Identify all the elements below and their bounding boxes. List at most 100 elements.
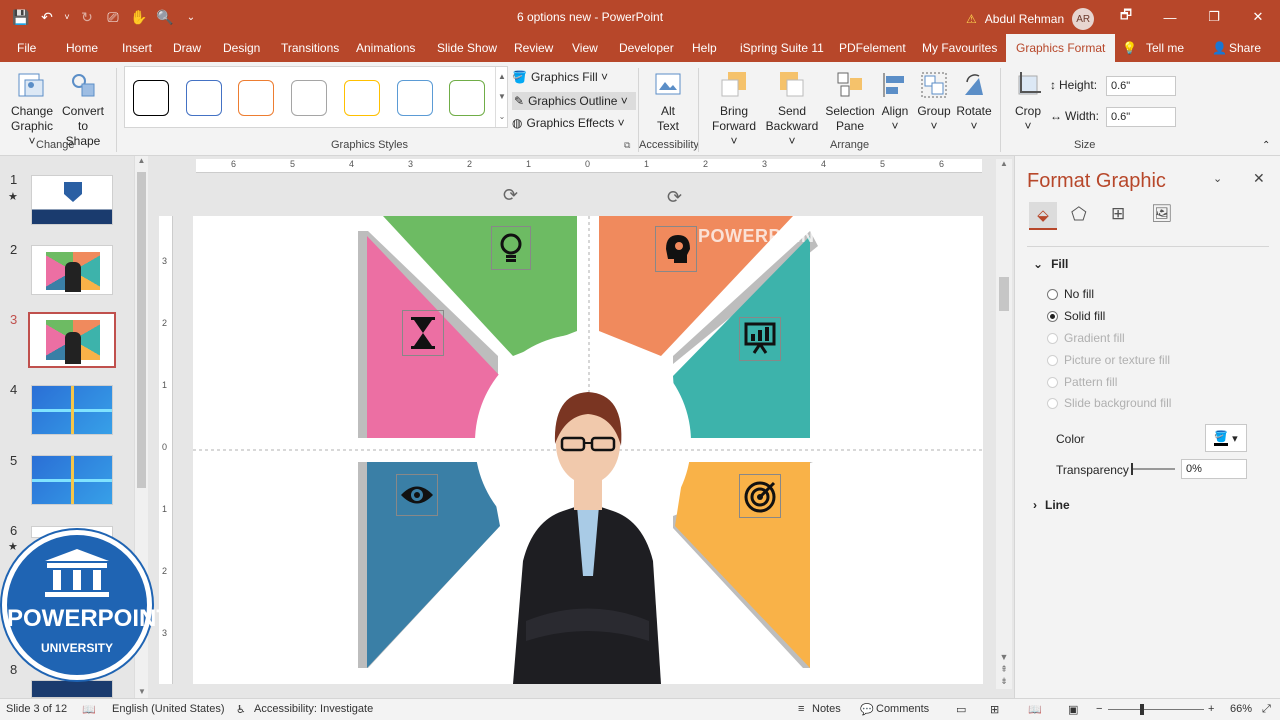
accessibility-status[interactable]: Accessibility: Investigate xyxy=(254,703,373,715)
fill-line-tab[interactable]: ⬙ xyxy=(1029,202,1057,230)
graphics-fill-button[interactable]: 🪣 Graphics Fill ˅ xyxy=(512,70,608,84)
alt-text-button[interactable]: Alt Text xyxy=(648,68,688,134)
minimize-button[interactable]: — xyxy=(1148,4,1192,30)
height-field[interactable]: 0.6" xyxy=(1106,76,1176,96)
slide-thumb-5[interactable] xyxy=(31,455,113,505)
reading-view-icon[interactable]: 📖 xyxy=(1028,703,1042,716)
pane-close-icon[interactable]: ✕ xyxy=(1253,170,1265,187)
tab-file[interactable]: File xyxy=(17,41,36,55)
transparency-slider[interactable] xyxy=(1131,463,1175,475)
slide-thumb-1[interactable] xyxy=(31,175,113,225)
scroll-down-icon[interactable]: ▼ ⇞ ⇟ xyxy=(996,651,1012,687)
style-swatch-green[interactable] xyxy=(449,80,485,116)
thumbs-scroll-thumb[interactable] xyxy=(137,172,146,488)
normal-view-icon[interactable]: ▭ xyxy=(956,703,966,716)
style-swatch-blue[interactable] xyxy=(186,80,222,116)
close-button[interactable]: ✕ xyxy=(1236,4,1280,30)
line-section-header[interactable]: › Line xyxy=(1033,498,1070,512)
style-swatch-gold[interactable] xyxy=(344,80,380,116)
tab-slide-show[interactable]: Slide Show xyxy=(437,41,497,55)
rotate-handle-icon[interactable]: ⟳ xyxy=(503,185,518,206)
change-graphic-button[interactable]: Change Graphic ˅ xyxy=(6,68,58,149)
share-icon[interactable]: 👤 xyxy=(1212,41,1227,55)
ribbon-display-button[interactable]: 🗗 xyxy=(1104,4,1148,30)
dialog-launcher-icon[interactable]: ⧉ xyxy=(624,140,630,151)
tab-design[interactable]: Design xyxy=(223,41,260,55)
slide-sorter-icon[interactable]: ⊞ xyxy=(990,703,999,716)
gallery-scroll[interactable]: ▲ ▼ ⌄ xyxy=(495,67,508,127)
tab-graphics-format[interactable]: Graphics Format xyxy=(1006,34,1116,62)
solid-fill-option[interactable]: Solid fill xyxy=(1047,309,1105,323)
tab-share[interactable]: Share xyxy=(1229,41,1261,55)
zoom-level[interactable]: 66% xyxy=(1230,703,1252,715)
zoom-in-icon[interactable]: + xyxy=(1208,703,1214,715)
tab-pdfelement[interactable]: PDFelement xyxy=(839,41,906,55)
zoom-out-icon[interactable]: − xyxy=(1096,703,1102,715)
slide-thumb-3-selected[interactable] xyxy=(28,312,116,368)
tab-my-favourites[interactable]: My Favourites xyxy=(922,41,997,55)
zoom-slider[interactable] xyxy=(1108,704,1204,715)
slide-thumb-4[interactable] xyxy=(31,385,113,435)
tab-developer[interactable]: Developer xyxy=(619,41,674,55)
language[interactable]: English (United States) xyxy=(112,703,225,715)
slideshow-icon[interactable]: ▣ xyxy=(1068,703,1078,716)
pane-options-icon[interactable]: ⌄ xyxy=(1213,172,1222,185)
send-backward-button[interactable]: Send Backward ˅ xyxy=(762,68,822,149)
graphics-effects-button[interactable]: ◍ Graphics Effects ˅ xyxy=(512,116,625,130)
spell-check-icon[interactable]: 📖 xyxy=(82,703,96,716)
style-swatch-lightblue[interactable] xyxy=(397,80,433,116)
user-account[interactable]: ⚠ Abdul Rehman AR xyxy=(966,8,1095,30)
crop-button[interactable]: Crop ˅ xyxy=(1012,68,1044,134)
tab-draw[interactable]: Draw xyxy=(173,41,201,55)
rotate-handle-icon[interactable]: ⟳ xyxy=(667,187,682,208)
bring-forward-button[interactable]: Bring Forward ˅ xyxy=(708,68,760,149)
graphics-styles-gallery[interactable]: ▲ ▼ ⌄ xyxy=(124,66,508,128)
tell-me-icon[interactable]: 💡 xyxy=(1122,41,1137,55)
tab-home[interactable]: Home xyxy=(66,41,98,55)
color-picker-button[interactable]: 🪣 ▾ xyxy=(1205,424,1247,452)
hourglass-icon-selected[interactable] xyxy=(402,310,444,356)
zoom-slider-thumb[interactable] xyxy=(1140,704,1144,715)
tab-transitions[interactable]: Transitions xyxy=(281,41,339,55)
target-icon-selected[interactable] xyxy=(739,474,781,518)
transparency-field[interactable]: 0% xyxy=(1181,459,1247,479)
slide-thumb-2[interactable] xyxy=(31,245,113,295)
style-swatch-gray[interactable] xyxy=(291,80,327,116)
editor-scrollbar[interactable]: ▲ ▼ ⇞ ⇟ xyxy=(996,159,1012,689)
fit-slide-icon[interactable]: ⤢ xyxy=(1262,703,1271,716)
eye-icon-selected[interactable] xyxy=(396,474,438,516)
group-button[interactable]: Group ˅ xyxy=(916,68,952,134)
scroll-up-icon[interactable]: ▲ xyxy=(996,159,1012,168)
restore-button[interactable]: ❐ xyxy=(1192,4,1236,30)
picture-icon[interactable]: 🖼 xyxy=(1151,204,1173,224)
graphics-outline-button[interactable]: ✎ Graphics Outline ˅ xyxy=(512,92,636,110)
slider-thumb[interactable] xyxy=(1131,463,1133,475)
tab-insert[interactable]: Insert xyxy=(122,41,152,55)
head-gear-icon-selected[interactable] xyxy=(655,226,697,272)
fill-section-header[interactable]: ⌄ Fill xyxy=(1033,257,1068,271)
style-swatch-black[interactable] xyxy=(133,80,169,116)
no-fill-option[interactable]: No fill xyxy=(1047,287,1094,301)
selection-pane-button[interactable]: Selection Pane xyxy=(824,68,876,134)
tab-review[interactable]: Review xyxy=(514,41,553,55)
slide-canvas[interactable]: POWERPOINT UNIVERSITY xyxy=(193,216,983,684)
tab-help[interactable]: Help xyxy=(692,41,717,55)
align-button[interactable]: Align ˅ xyxy=(878,68,912,134)
tab-view[interactable]: View xyxy=(572,41,598,55)
comments-button[interactable]: Comments xyxy=(876,703,929,715)
slide-thumb-8[interactable] xyxy=(31,680,113,698)
tab-animations[interactable]: Animations xyxy=(356,41,415,55)
size-properties-icon[interactable]: ⊞ xyxy=(1111,204,1125,224)
effects-pentagon-icon[interactable]: ⬠ xyxy=(1071,204,1087,225)
tab-ispring[interactable]: iSpring Suite 11 xyxy=(740,41,824,55)
rotate-button[interactable]: Rotate ˅ xyxy=(955,68,993,134)
style-swatch-orange[interactable] xyxy=(238,80,274,116)
width-field[interactable]: 0.6" xyxy=(1106,107,1176,127)
tab-tell-me[interactable]: Tell me xyxy=(1146,41,1184,55)
notes-button[interactable]: Notes xyxy=(812,703,841,715)
editor-scroll-thumb[interactable] xyxy=(999,277,1009,311)
convert-to-shape-button[interactable]: Convert to Shape xyxy=(60,68,106,149)
collapse-ribbon-icon[interactable]: ⌃ xyxy=(1262,140,1270,151)
lightbulb-icon-selected[interactable] xyxy=(491,226,531,270)
presentation-icon-selected[interactable] xyxy=(739,317,781,361)
